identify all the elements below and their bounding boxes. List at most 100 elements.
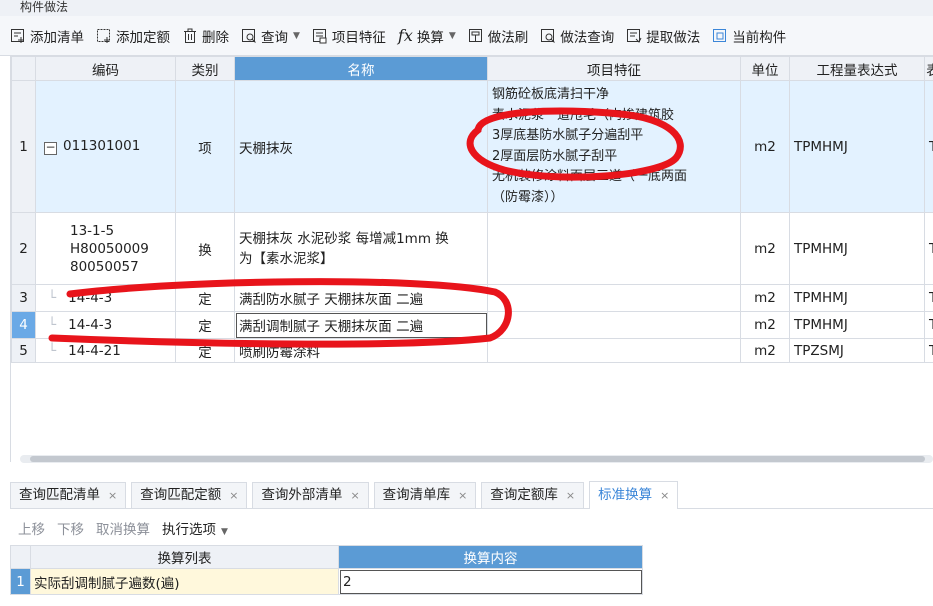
close-icon[interactable]: × xyxy=(458,489,467,502)
next-cell[interactable]: TI xyxy=(924,338,933,363)
category-cell[interactable]: 定 xyxy=(175,284,235,312)
move-down-button[interactable]: 下移 xyxy=(57,518,84,538)
expression-column-header[interactable]: 工程量表达式 xyxy=(789,56,925,81)
method-query-label: 做法查询 xyxy=(560,29,615,46)
category-column-header[interactable]: 类别 xyxy=(175,56,235,81)
toolbar: 添加清单 添加定额 删除 查询 ▼ 项目特征 fx 换算 ▼ 做法刷 做法查询 … xyxy=(0,16,933,56)
conversion-value-input[interactable]: 2 xyxy=(338,568,643,595)
horizontal-scrollbar[interactable] xyxy=(20,455,933,463)
add-quota-button[interactable]: 添加定额 xyxy=(96,26,170,46)
current-component-button[interactable]: 当前构件 xyxy=(712,26,786,46)
extract-icon xyxy=(627,28,642,43)
next-cell[interactable]: TI xyxy=(924,284,933,312)
table-row[interactable]: 3 └ 14-4-3 定 满刮防水腻子 天棚抹灰面 二遍 m2 TPMHMJ TI xyxy=(11,284,933,312)
tab-query-matching-bill[interactable]: 查询匹配清单 × xyxy=(10,482,127,508)
delete-button[interactable]: 删除 xyxy=(182,26,229,46)
unit-cell[interactable]: m2 xyxy=(740,212,790,285)
name-cell[interactable]: 喷刷防霉涂料 xyxy=(234,338,488,363)
unit-cell[interactable]: m2 xyxy=(740,338,790,363)
close-icon[interactable]: × xyxy=(350,489,359,502)
unit-cell[interactable]: m2 xyxy=(740,284,790,312)
name-cell[interactable]: 满刮防水腻子 天棚抹灰面 二遍 xyxy=(234,284,488,312)
expression-cell[interactable]: TPMHMJ xyxy=(789,284,925,312)
table-row[interactable]: 2 13-1-5 H80050009 80050057 换 天棚抹灰 水泥砂浆 … xyxy=(11,212,933,285)
expression-cell[interactable]: TPZSMJ xyxy=(789,338,925,363)
next-cell[interactable]: TI xyxy=(924,311,933,339)
execute-options-button[interactable]: 执行选项 ▼ xyxy=(162,518,228,538)
expression-cell[interactable]: TPMHMJ xyxy=(789,80,925,213)
next-cell[interactable]: TI xyxy=(924,212,933,285)
query-icon xyxy=(242,28,256,43)
unit-cell[interactable]: m2 xyxy=(740,311,790,339)
code-cell[interactable]: └ 14-4-3 xyxy=(35,284,176,312)
name-column-header[interactable]: 名称 xyxy=(234,56,488,81)
tab-query-external-bill[interactable]: 查询外部清单 × xyxy=(252,482,369,508)
feature-cell[interactable]: 钢筋砼板底清扫干净 素水泥浆一道甩毛（内掺建筑胶 3厚底基防水腻子分遍刮平 2厚… xyxy=(487,80,741,213)
tab-label: 查询定额库 xyxy=(490,487,558,503)
row-number[interactable]: 5 xyxy=(11,338,36,363)
table-row[interactable]: 4 └ 14-4-3 定 满刮调制腻子 天棚抹灰面 二遍 m2 TPMHMJ TI xyxy=(11,311,933,339)
close-icon[interactable]: × xyxy=(660,489,669,502)
tab-label: 查询匹配定额 xyxy=(140,487,222,503)
feature-cell[interactable] xyxy=(487,212,741,285)
code-cell[interactable]: └ 14-4-3 xyxy=(35,311,176,339)
next-cell[interactable]: TI xyxy=(924,80,933,213)
move-up-button[interactable]: 上移 xyxy=(18,518,45,538)
convert-label: 换算 xyxy=(416,29,444,46)
name-cell[interactable]: 满刮调制腻子 天棚抹灰面 二遍 xyxy=(234,311,488,339)
table-row[interactable]: 1 −011301001 项 天棚抹灰 钢筋砼板底清扫干净 素水泥浆一道甩毛（内… xyxy=(11,80,933,213)
code-cell[interactable]: −011301001 xyxy=(35,80,176,213)
feature-line: 2厚面层防水腻子刮平 xyxy=(492,148,618,164)
cancel-conversion-button[interactable]: 取消换算 xyxy=(96,518,150,538)
row-number[interactable]: 4 xyxy=(11,311,36,339)
row-number[interactable]: 1 xyxy=(10,568,31,595)
close-icon[interactable]: × xyxy=(229,489,238,502)
row-number[interactable]: 1 xyxy=(11,80,36,213)
tab-query-matching-quota[interactable]: 查询匹配定额 × xyxy=(131,482,248,508)
method-query-button[interactable]: 做法查询 xyxy=(540,26,614,46)
next-column-header[interactable]: 表 xyxy=(924,56,933,81)
code-cell[interactable]: └ 14-4-21 xyxy=(35,338,176,363)
feature-cell[interactable] xyxy=(487,338,741,363)
conversion-row[interactable]: 1 实际刮调制腻子遍数(遍) 2 xyxy=(10,568,643,595)
trash-icon xyxy=(184,28,196,43)
convert-button[interactable]: fx 换算 ▼ xyxy=(398,26,456,46)
tab-query-quota-library[interactable]: 查询定额库 × xyxy=(481,482,585,508)
category-cell[interactable]: 项 xyxy=(175,80,235,213)
category-cell[interactable]: 定 xyxy=(175,311,235,339)
tree-line: └ xyxy=(48,317,57,333)
row-number[interactable]: 2 xyxy=(11,212,36,285)
method-brush-button[interactable]: 做法刷 xyxy=(468,26,528,46)
code-column-header[interactable]: 编码 xyxy=(35,56,176,81)
name-cell[interactable]: 天棚抹灰 xyxy=(234,80,488,213)
execute-options-label: 执行选项 xyxy=(162,522,216,538)
tab-label: 查询外部清单 xyxy=(261,487,343,503)
collapse-icon[interactable]: − xyxy=(44,141,57,155)
extract-method-button[interactable]: 提取做法 xyxy=(626,26,700,46)
expression-cell[interactable]: TPMHMJ xyxy=(789,311,925,339)
item-feature-button[interactable]: 项目特征 xyxy=(312,26,386,46)
name-cell[interactable]: 天棚抹灰 水泥砂浆 每增减1mm 换 为【素水泥浆】 xyxy=(234,212,488,285)
code-cell[interactable]: 13-1-5 H80050009 80050057 xyxy=(35,212,176,285)
feature-cell[interactable] xyxy=(487,311,741,339)
feature-cell[interactable] xyxy=(487,284,741,312)
scrollbar-thumb[interactable] xyxy=(30,456,925,462)
tab-query-bill-library[interactable]: 查询清单库 × xyxy=(373,482,477,508)
close-icon[interactable]: × xyxy=(566,489,575,502)
function-icon: fx xyxy=(397,26,413,45)
tab-standard-conversion[interactable]: 标准换算 × xyxy=(589,481,679,509)
add-bill-button[interactable]: 添加清单 xyxy=(10,26,84,46)
query-button[interactable]: 查询 ▼ xyxy=(241,26,300,46)
delete-label: 删除 xyxy=(202,29,229,46)
unit-cell[interactable]: m2 xyxy=(740,80,790,213)
feature-line: 钢筋砼板底清扫干净 xyxy=(492,87,610,102)
feature-line: 3厚底基防水腻子分遍刮平 xyxy=(492,128,644,143)
category-cell[interactable]: 定 xyxy=(175,338,235,363)
row-number[interactable]: 3 xyxy=(11,284,36,312)
expression-cell[interactable]: TPMHMJ xyxy=(789,212,925,285)
close-icon[interactable]: × xyxy=(108,489,117,502)
unit-column-header[interactable]: 单位 xyxy=(740,56,790,81)
category-cell[interactable]: 换 xyxy=(175,212,235,285)
table-row[interactable]: 5 └ 14-4-21 定 喷刷防霉涂料 m2 TPZSMJ TI xyxy=(11,338,933,363)
feature-column-header[interactable]: 项目特征 xyxy=(487,56,741,81)
